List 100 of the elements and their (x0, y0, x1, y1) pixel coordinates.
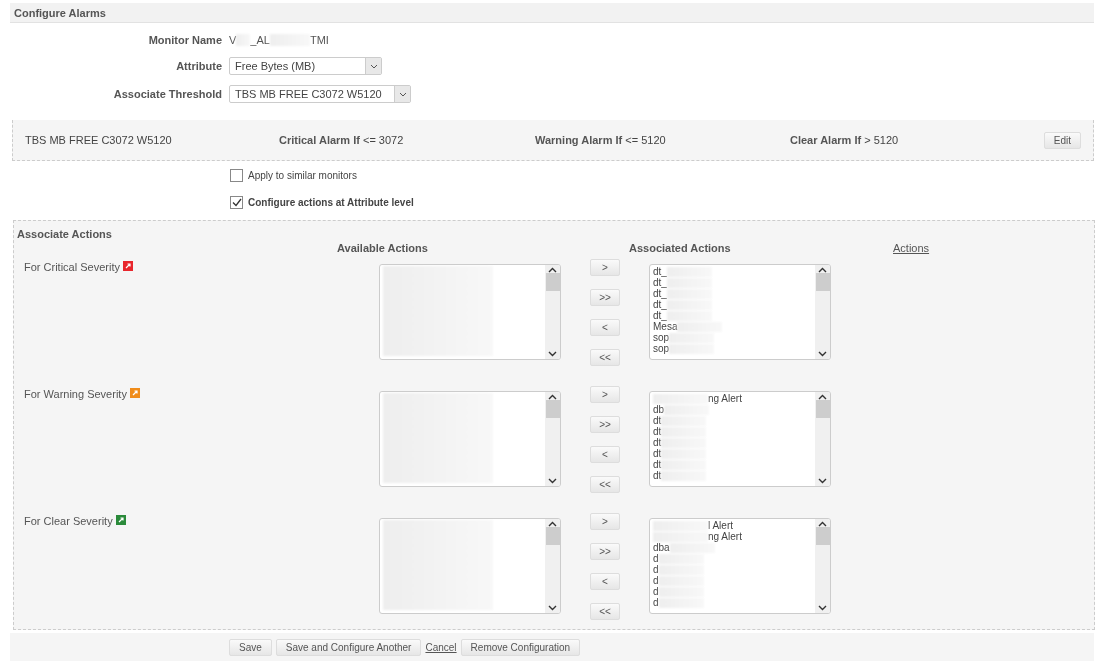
panel-title: Configure Alarms (10, 3, 1094, 23)
scrollbar-thumb[interactable] (815, 527, 830, 545)
move-button[interactable]: < (590, 573, 620, 590)
scrollbar-thumb[interactable] (545, 273, 560, 291)
scrollbar[interactable] (815, 392, 830, 486)
severity-label: For Clear Severity (24, 515, 113, 527)
field-label: Monitor Name (147, 34, 222, 46)
scroll-down-icon[interactable] (818, 478, 827, 484)
list-item[interactable]: sop (653, 343, 812, 354)
list-item[interactable]: dt (653, 448, 812, 459)
scrollbar-thumb[interactable] (545, 400, 560, 418)
footer-button[interactable]: Save (229, 638, 272, 656)
list-item[interactable]: d (653, 586, 812, 597)
footer-button[interactable]: Save and Configure Another (275, 638, 422, 656)
scroll-down-icon[interactable] (548, 351, 557, 357)
external-link-icon[interactable] (115, 515, 126, 525)
scroll-up-icon[interactable] (818, 267, 827, 273)
move-button[interactable]: > (590, 386, 620, 403)
scrollbar[interactable] (545, 519, 560, 613)
monitor-name-fragment: TMI (309, 34, 329, 46)
external-link-icon[interactable] (122, 261, 133, 271)
scroll-up-icon[interactable] (818, 394, 827, 400)
scroll-up-icon[interactable] (818, 521, 827, 527)
list-item[interactable]: db (653, 404, 812, 415)
monitor-name-fragment: _AL (250, 34, 270, 46)
dropdown[interactable]: Free Bytes (MB) (229, 57, 382, 75)
caret-icon (369, 63, 378, 69)
move-button[interactable]: << (590, 349, 620, 366)
scroll-up-icon[interactable] (548, 521, 557, 527)
checkbox[interactable] (230, 195, 243, 209)
severity-label: For Critical Severity (24, 261, 120, 273)
associated-actions-list[interactable]: ng Alert db dt dt dt dt dt dt (649, 391, 831, 487)
list-item[interactable]: ng Alert (653, 531, 812, 542)
severity-label: For Warning Severity (24, 388, 127, 400)
list-item[interactable]: dt_ (653, 266, 812, 277)
external-link-icon[interactable] (129, 388, 140, 398)
associated-actions-list[interactable]: l Alert ng Alert dba d d d d d (649, 518, 831, 614)
scrollbar-thumb[interactable] (545, 527, 560, 545)
list-item[interactable]: dt_ (653, 299, 812, 310)
list-item[interactable]: d (653, 575, 812, 586)
edit-button[interactable]: Edit (1043, 131, 1081, 149)
move-button[interactable]: << (590, 476, 620, 493)
list-item[interactable]: dt_ (653, 277, 812, 288)
move-button[interactable]: << (590, 603, 620, 620)
checkbox-label: Configure actions at Attribute level (248, 196, 414, 208)
move-button[interactable]: < (590, 319, 620, 336)
scrollbar[interactable] (545, 265, 560, 359)
list-item[interactable]: l Alert (653, 520, 812, 531)
field-label: Attribute (175, 60, 222, 72)
actions-link[interactable]: Actions (893, 242, 930, 254)
list-item[interactable]: dba (653, 542, 812, 553)
associated-actions-list[interactable]: dt_ dt_ dt_ dt_ dt_ Mesa sop sop (649, 264, 831, 360)
move-button[interactable]: > (590, 259, 620, 276)
scroll-down-icon[interactable] (548, 605, 557, 611)
scroll-up-icon[interactable] (548, 394, 557, 400)
list-item[interactable]: d (653, 597, 812, 608)
list-item[interactable]: dt (653, 415, 812, 426)
list-item[interactable]: dt (653, 459, 812, 470)
checkbox[interactable] (230, 168, 243, 182)
move-button[interactable]: > (590, 513, 620, 530)
scrollbar-thumb[interactable] (815, 400, 830, 418)
checkbox-label: Apply to similar monitors (248, 169, 357, 181)
alarm-condition-value: <= 5120 (625, 134, 666, 146)
list-item[interactable]: d (653, 564, 812, 575)
column-heading: Associated Actions (629, 242, 732, 256)
dropdown[interactable]: TBS MB FREE C3072 W5120 (229, 85, 411, 103)
move-button[interactable]: >> (590, 543, 620, 560)
alarm-condition-label: Critical Alarm If (279, 134, 360, 146)
scroll-down-icon[interactable] (548, 478, 557, 484)
list-item[interactable]: dt_ (653, 310, 812, 321)
scroll-down-icon[interactable] (818, 605, 827, 611)
list-item[interactable]: dt (653, 437, 812, 448)
list-item[interactable]: dt (653, 470, 812, 481)
scrollbar-thumb[interactable] (815, 273, 830, 291)
alarm-condition-label: Warning Alarm If (535, 134, 623, 146)
scrollbar[interactable] (815, 519, 830, 613)
alarm-condition-label: Clear Alarm If (790, 134, 862, 146)
alarm-condition-value: <= 3072 (362, 134, 404, 146)
list-item[interactable]: sop (653, 332, 812, 343)
list-item[interactable]: ng Alert (653, 393, 812, 404)
cancel-link[interactable]: Cancel (425, 641, 457, 653)
scroll-up-icon[interactable] (548, 267, 557, 273)
threshold-name: TBS MB FREE C3072 W5120 (25, 134, 173, 146)
move-button[interactable]: < (590, 446, 620, 463)
move-button[interactable]: >> (590, 416, 620, 433)
scroll-down-icon[interactable] (818, 351, 827, 357)
list-item[interactable]: dt_ (653, 288, 812, 299)
list-item[interactable]: d (653, 553, 812, 564)
caret-icon (398, 91, 407, 97)
move-button[interactable]: >> (590, 289, 620, 306)
scrollbar[interactable] (545, 392, 560, 486)
section-title: Associate Actions (17, 228, 113, 240)
list-item[interactable]: Mesa (653, 321, 812, 332)
monitor-name-fragment: V (229, 34, 237, 46)
scrollbar[interactable] (815, 265, 830, 359)
alarm-condition-value: > 5120 (864, 134, 899, 146)
footer-button[interactable]: Remove Configuration (460, 638, 581, 656)
column-heading: Available Actions (337, 242, 429, 256)
list-item[interactable]: dt (653, 426, 812, 437)
field-label: Associate Threshold (112, 88, 222, 100)
